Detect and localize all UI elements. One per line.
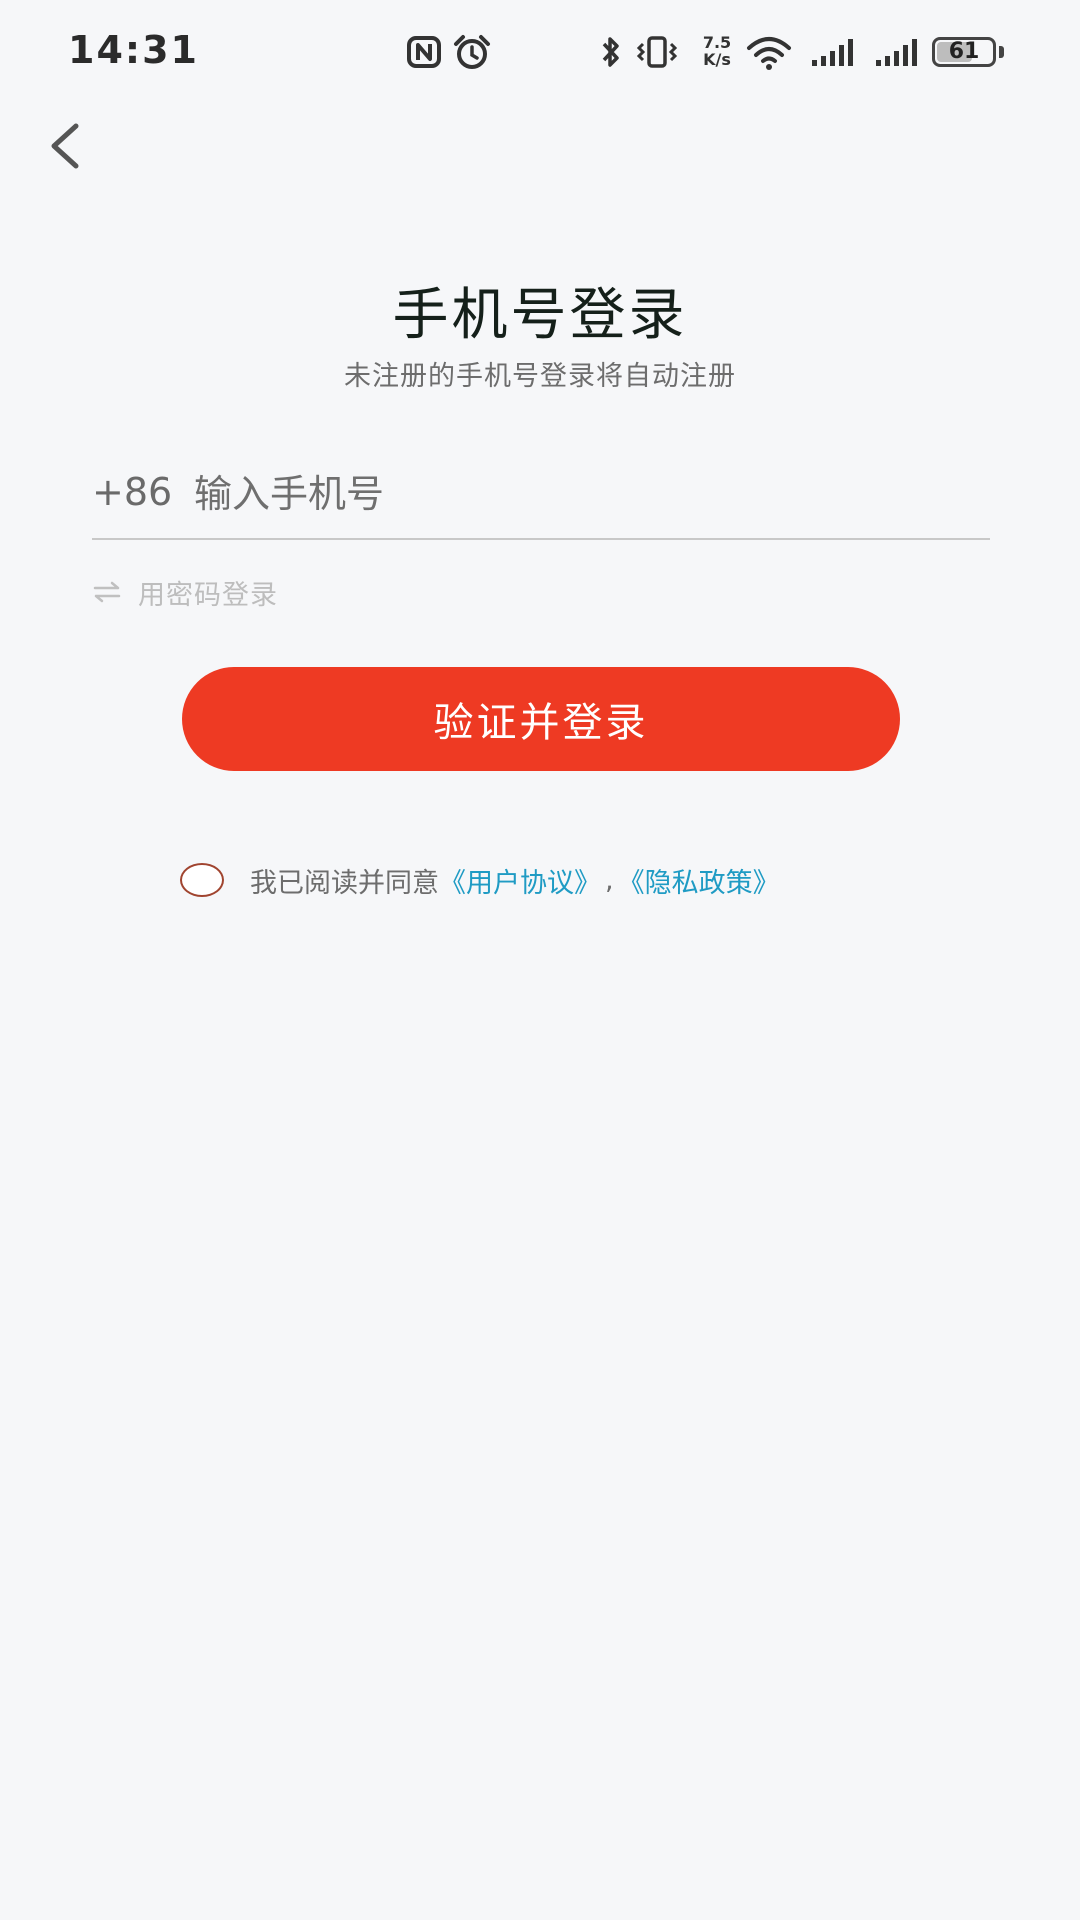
- vibrate-icon: [636, 36, 678, 68]
- privacy-policy-link[interactable]: 《隐私政策》: [618, 861, 780, 900]
- status-time: 14:31: [68, 28, 199, 72]
- page-title: 手机号登录: [392, 283, 688, 348]
- battery-cap: [999, 46, 1004, 58]
- status-bar: 14:31 7.5 K/s 61: [0, 0, 1080, 104]
- agreement-checkbox[interactable]: [180, 863, 224, 897]
- verify-login-button[interactable]: 验证并登录: [182, 667, 900, 771]
- agreement-row: 我已阅读并同意 《用户协议》 , 《隐私政策》: [180, 858, 780, 902]
- bluetooth-icon: [602, 37, 619, 67]
- battery-icon: 61: [932, 37, 996, 67]
- signal-icon: [812, 39, 853, 66]
- page-subtitle: 未注册的手机号登录将自动注册: [344, 361, 736, 392]
- chevron-left-icon: [51, 123, 79, 169]
- network-speed-unit: K/s: [703, 50, 731, 69]
- wifi-icon: [747, 37, 791, 70]
- phone-input[interactable]: [194, 464, 974, 524]
- swap-icon: [93, 581, 121, 603]
- network-speed: 7.5 K/s: [695, 34, 739, 68]
- back-button[interactable]: [36, 110, 106, 180]
- agreement-text: 我已阅读并同意: [250, 867, 439, 899]
- user-agreement-link[interactable]: 《用户协议》: [439, 861, 601, 900]
- phone-input-row: +86: [92, 460, 990, 540]
- nfc-icon: [407, 36, 441, 68]
- alarm-icon: [454, 35, 490, 69]
- network-speed-value: 7.5: [702, 33, 732, 52]
- password-login-link[interactable]: 用密码登录: [92, 572, 278, 612]
- agreement-separator: ,: [605, 864, 614, 896]
- password-login-label: 用密码登录: [138, 579, 278, 611]
- country-code[interactable]: +86: [92, 470, 172, 514]
- battery-percent: 61: [948, 39, 980, 64]
- signal-icon-2: [876, 39, 917, 66]
